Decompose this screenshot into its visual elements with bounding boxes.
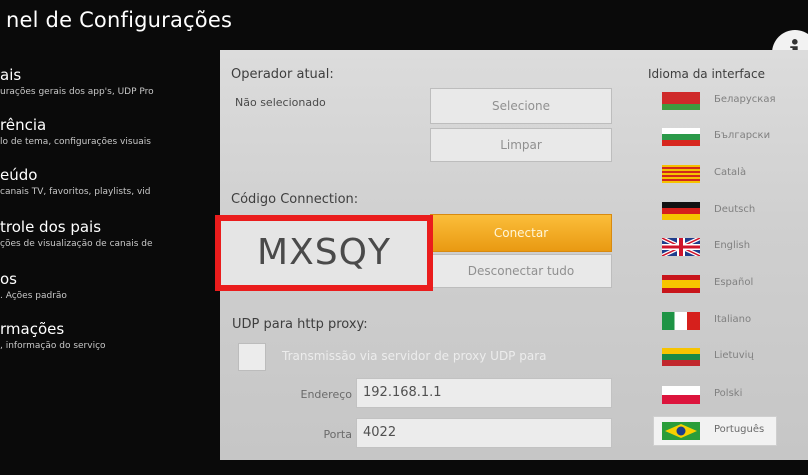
sidebar-item-description: canais TV, favoritos, playlists, vid (0, 187, 151, 197)
page-title: nel de Configurações (6, 8, 233, 32)
sidebar-item-label: os (0, 270, 17, 288)
language-name: English (714, 240, 751, 251)
sidebar-item-label: rmações (0, 320, 65, 338)
sidebar-item-description: ções de visualização de canais de (0, 239, 153, 249)
language-name: Polski (714, 388, 743, 399)
port-label: Porta (323, 428, 352, 441)
sidebar-item-label: ais (0, 66, 22, 84)
language-name: Português (714, 424, 765, 435)
select-operator-button[interactable]: Selecione (430, 88, 612, 124)
udp-proxy-checkbox[interactable] (238, 343, 266, 371)
language-name: Italiano (714, 314, 752, 325)
connection-code: MXSQY (257, 232, 391, 273)
language-name: Беларуская (714, 94, 776, 105)
flag-ca-icon (662, 165, 700, 183)
operator-value: Não selecionado (235, 96, 326, 109)
language-name: Español (714, 277, 754, 288)
sidebar-item-description: , informação do serviço (0, 341, 106, 351)
flag-lt-icon (662, 348, 700, 366)
sidebar-item-appearance[interactable]: rência lo de tema, configurações visuais (0, 116, 212, 147)
sidebar-item-parental-control[interactable]: trole dos pais ções de visualização de c… (0, 218, 212, 249)
flag-pl-icon (662, 386, 700, 404)
operator-label: Operador atual: (231, 67, 334, 82)
clear-operator-button[interactable]: Limpar (430, 128, 612, 162)
sidebar-item-actions[interactable]: os . Ações padrão (0, 270, 212, 301)
flag-es-icon (662, 275, 700, 293)
flag-de-icon (662, 202, 700, 220)
address-input[interactable]: 192.168.1.1 (356, 378, 612, 408)
connection-code-field[interactable]: MXSQY (215, 215, 433, 291)
sidebar-item-content[interactable]: eúdo canais TV, favoritos, playlists, vi… (0, 166, 212, 197)
flag-bg-icon (662, 128, 700, 146)
sidebar-item-general[interactable]: ais urações gerais dos app's, UDP Pro (0, 66, 212, 97)
language-name: Български (714, 130, 771, 141)
address-label: Endereço (300, 388, 353, 401)
flag-gb-shape (662, 238, 700, 256)
connection-label: Código Connection: (231, 192, 359, 207)
sidebar-item-information[interactable]: rmações , informação do serviço (0, 320, 212, 351)
udp-proxy-label: UDP para http proxy: (232, 317, 368, 332)
flag-by-icon (662, 92, 700, 110)
language-name: Lietuvių (714, 350, 754, 361)
connect-button[interactable]: Conectar (430, 214, 612, 252)
language-name: Deutsch (714, 204, 756, 215)
language-name: Català (714, 167, 747, 178)
language-label: Idioma da interface (648, 67, 765, 81)
sidebar-item-description: . Ações padrão (0, 291, 67, 301)
flag-it-icon (662, 312, 700, 330)
sidebar-item-description: lo de tema, configurações visuais (0, 137, 151, 147)
sidebar-item-description: urações gerais dos app's, UDP Pro (0, 87, 154, 97)
flag-gb-icon (662, 238, 700, 256)
flag-br-icon (662, 422, 700, 440)
sidebar-item-label: trole dos pais (0, 218, 102, 236)
udp-proxy-checkbox-label: Transmissão via servidor de proxy UDP pa… (282, 349, 547, 363)
port-input[interactable]: 4022 (356, 418, 612, 448)
sidebar-item-label: rência (0, 116, 47, 134)
sidebar-item-label: eúdo (0, 166, 38, 184)
disconnect-all-button[interactable]: Desconectar tudo (430, 254, 612, 288)
flag-br-shape (665, 424, 697, 438)
